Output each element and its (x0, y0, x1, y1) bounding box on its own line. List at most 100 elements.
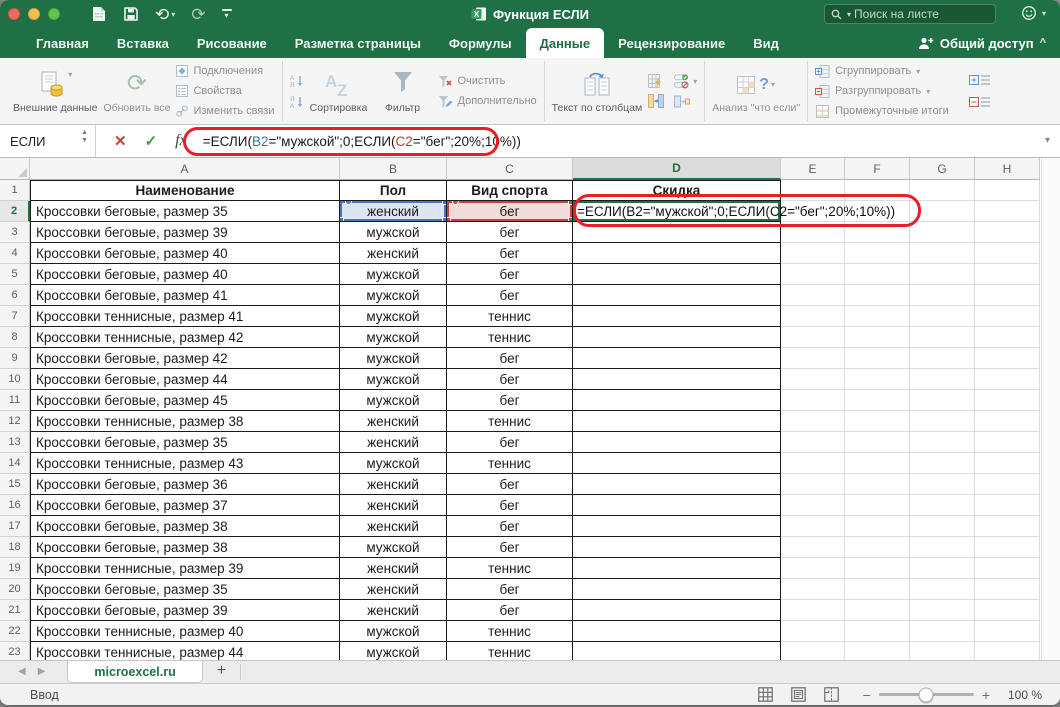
cell-D9[interactable] (573, 348, 781, 369)
cell-B18[interactable]: мужской (340, 537, 447, 558)
undo-dropdown-icon[interactable]: ▾ (171, 10, 175, 19)
cell-D10[interactable] (573, 369, 781, 390)
cell-E15[interactable] (781, 474, 845, 495)
cell-G8[interactable] (910, 327, 975, 348)
cell-C9[interactable]: бег (447, 348, 573, 369)
cell-G5[interactable] (910, 264, 975, 285)
cell-D5[interactable] (573, 264, 781, 285)
cell-H17[interactable] (975, 516, 1040, 537)
cell-H20[interactable] (975, 579, 1040, 600)
cell-D16[interactable] (573, 495, 781, 516)
cell-G3[interactable] (910, 222, 975, 243)
cell-C13[interactable]: бег (447, 432, 573, 453)
cell-F12[interactable] (845, 411, 910, 432)
cell-A17[interactable]: Кроссовки беговые, размер 38 (30, 516, 340, 537)
column-header-G[interactable]: G (910, 158, 975, 180)
add-sheet-button[interactable]: + (217, 662, 226, 680)
cell-A4[interactable]: Кроссовки беговые, размер 40 (30, 243, 340, 264)
ungroup-button[interactable]: Разгруппировать▾ (815, 83, 949, 100)
redo-button[interactable]: ⟳ (191, 6, 205, 23)
cell-E14[interactable] (781, 453, 845, 474)
cell-D20[interactable] (573, 579, 781, 600)
properties-button[interactable]: Свойства (176, 83, 274, 100)
cell-C18[interactable]: бег (447, 537, 573, 558)
cell-B1[interactable]: Пол (340, 180, 447, 201)
cell-F16[interactable] (845, 495, 910, 516)
cell-E7[interactable] (781, 306, 845, 327)
cell-G13[interactable] (910, 432, 975, 453)
cell-G20[interactable] (910, 579, 975, 600)
cell-B2[interactable]: женский (340, 201, 447, 222)
cell-C12[interactable]: теннис (447, 411, 573, 432)
cell-H21[interactable] (975, 600, 1040, 621)
row-header-12[interactable]: 12 (0, 411, 30, 432)
cell-H3[interactable] (975, 222, 1040, 243)
cell-B20[interactable]: женский (340, 579, 447, 600)
cell-G16[interactable] (910, 495, 975, 516)
cell-F21[interactable] (845, 600, 910, 621)
cell-B6[interactable]: мужской (340, 285, 447, 306)
close-window-button[interactable] (8, 8, 20, 20)
cell-D4[interactable] (573, 243, 781, 264)
row-header-5[interactable]: 5 (0, 264, 30, 285)
cell-A14[interactable]: Кроссовки теннисные, размер 43 (30, 453, 340, 474)
cell-D21[interactable] (573, 600, 781, 621)
tab-Формулы[interactable]: Формулы (435, 28, 526, 58)
cell-C16[interactable]: бег (447, 495, 573, 516)
column-header-C[interactable]: C (447, 158, 573, 180)
next-sheet-button[interactable]: ▶ (38, 666, 46, 677)
tab-Рецензирование[interactable]: Рецензирование (604, 28, 739, 58)
zoom-slider-knob[interactable] (919, 687, 934, 702)
cell-C4[interactable]: бег (447, 243, 573, 264)
cell-E5[interactable] (781, 264, 845, 285)
cell-A2[interactable]: Кроссовки беговые, размер 35 (30, 201, 340, 222)
cell-D11[interactable] (573, 390, 781, 411)
cell-G12[interactable] (910, 411, 975, 432)
cell-B4[interactable]: женский (340, 243, 447, 264)
row-header-10[interactable]: 10 (0, 369, 30, 390)
row-header-18[interactable]: 18 (0, 537, 30, 558)
cell-C11[interactable]: бег (447, 390, 573, 411)
cell-B3[interactable]: мужской (340, 222, 447, 243)
cell-G23[interactable] (910, 642, 975, 660)
cell-C21[interactable]: бег (447, 600, 573, 621)
cell-F23[interactable] (845, 642, 910, 660)
cell-G18[interactable] (910, 537, 975, 558)
cell-H12[interactable] (975, 411, 1040, 432)
cell-G22[interactable] (910, 621, 975, 642)
cell-C7[interactable]: теннис (447, 306, 573, 327)
name-box-spinner[interactable]: ▲▼ (81, 129, 88, 144)
cell-E21[interactable] (781, 600, 845, 621)
cell-A7[interactable]: Кроссовки теннисные, размер 41 (30, 306, 340, 327)
zoom-percentage[interactable]: 100 % (1006, 688, 1042, 702)
previous-sheet-button[interactable]: ◀ (18, 666, 26, 677)
cell-D1[interactable]: Скидка (573, 180, 781, 201)
cell-C8[interactable]: теннис (447, 327, 573, 348)
formula-input[interactable]: =ЕСЛИ(B2="мужской";0;ЕСЛИ(C2="бег";20%;1… (203, 134, 521, 149)
row-header-17[interactable]: 17 (0, 516, 30, 537)
row-header-2[interactable]: 2 (0, 201, 30, 222)
tab-Вставка[interactable]: Вставка (103, 28, 183, 58)
cell-F13[interactable] (845, 432, 910, 453)
cell-C1[interactable]: Вид спорта (447, 180, 573, 201)
cell-B13[interactable]: женский (340, 432, 447, 453)
row-header-22[interactable]: 22 (0, 621, 30, 642)
cell-G19[interactable] (910, 558, 975, 579)
external-data-button[interactable]: ▾ Внешние данные (13, 68, 97, 114)
cell-A12[interactable]: Кроссовки теннисные, размер 38 (30, 411, 340, 432)
cell-D12[interactable] (573, 411, 781, 432)
show-detail-icon[interactable] (969, 73, 991, 87)
row-header-4[interactable]: 4 (0, 243, 30, 264)
sheet-tab-active[interactable]: microexcel.ru (67, 661, 202, 683)
cell-G10[interactable] (910, 369, 975, 390)
cell-G7[interactable] (910, 306, 975, 327)
cell-F20[interactable] (845, 579, 910, 600)
cell-E9[interactable] (781, 348, 845, 369)
cell-C6[interactable]: бег (447, 285, 573, 306)
relationships-icon[interactable] (674, 94, 690, 109)
cell-C2[interactable]: бег (447, 201, 573, 222)
cell-B9[interactable]: мужской (340, 348, 447, 369)
selection-handle[interactable] (452, 201, 459, 205)
row-header-23[interactable]: 23 (0, 642, 30, 660)
row-header-13[interactable]: 13 (0, 432, 30, 453)
